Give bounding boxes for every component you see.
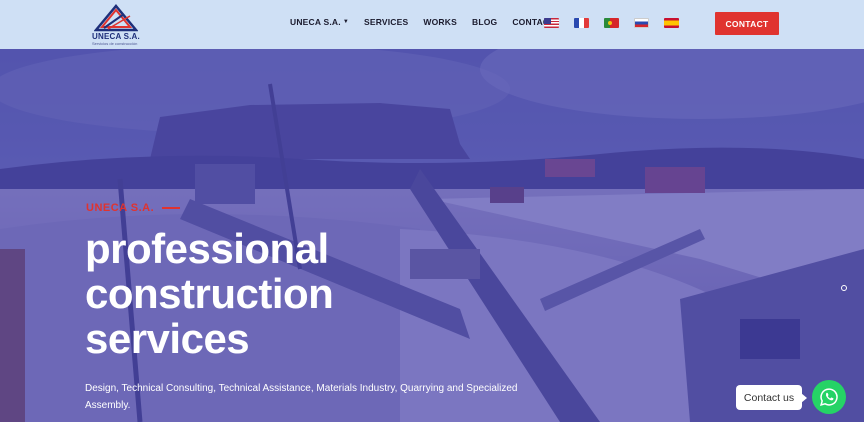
nav-item-works[interactable]: WORKS — [423, 17, 457, 27]
russia-flag-icon[interactable] — [634, 18, 649, 28]
contact-us-bubble[interactable]: Contact us — [736, 385, 807, 410]
us-flag-icon[interactable] — [544, 18, 559, 28]
logo-name: UNECA S.A. — [92, 32, 140, 41]
nav-item-uneca[interactable]: UNECA S.A. ▼ — [290, 17, 349, 27]
whatsapp-icon — [820, 388, 838, 406]
hero-tagline-text: UNECA S.A. — [86, 202, 155, 214]
hero-section: UNECA S.A. professional construction ser… — [0, 49, 864, 422]
hero-title-line: professional — [85, 225, 329, 272]
hero-title: professional construction services — [85, 226, 505, 361]
hero-title-line: construction — [85, 270, 334, 317]
whatsapp-button[interactable] — [812, 380, 846, 414]
hero-description: Design, Technical Consulting, Technical … — [85, 383, 518, 411]
portugal-flag-icon[interactable] — [604, 18, 619, 28]
nav-item-label: WORKS — [423, 17, 457, 27]
nav-item-blog[interactable]: BLOG — [472, 17, 497, 27]
spain-flag-icon[interactable] — [664, 18, 679, 28]
logo-mark-icon — [94, 4, 138, 32]
language-switcher — [544, 18, 694, 28]
nav-item-label: SERVICES — [363, 17, 409, 27]
chevron-down-icon: ▼ — [342, 19, 349, 25]
nav-item-services[interactable]: SERVICES — [364, 17, 408, 27]
hero-tagline: UNECA S.A. — [86, 202, 181, 214]
slider-dot[interactable] — [841, 285, 847, 291]
nav-item-label: BLOG — [471, 17, 498, 27]
company-logo[interactable]: UNECA S.A. Servicios de construcción — [90, 4, 148, 46]
tagline-divider — [162, 207, 181, 209]
main-nav: UNECA S.A. ▼ SERVICES WORKS BLOG CONTACT — [290, 17, 570, 27]
hero-title-line: services — [85, 315, 250, 362]
site-header: UNECA S.A. Servicios de construcción UNE… — [0, 0, 864, 49]
contact-button[interactable]: CONTACT — [715, 12, 779, 35]
nav-item-label: UNECA S.A. — [290, 17, 341, 27]
logo-subtitle: Servicios de construcción — [92, 41, 138, 46]
france-flag-icon[interactable] — [574, 18, 589, 28]
